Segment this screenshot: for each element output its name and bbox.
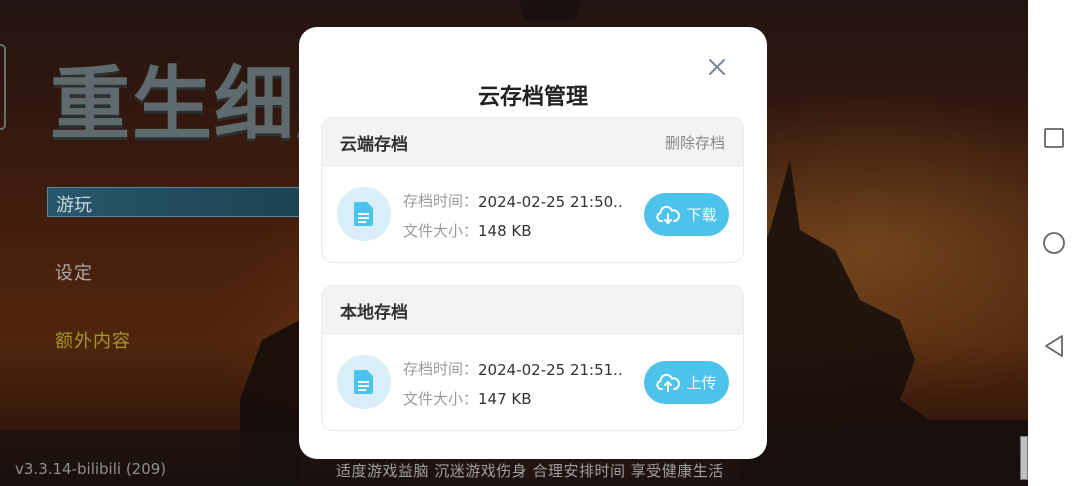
upload-button[interactable]: 上传 — [644, 361, 729, 404]
cloud-save-time: 存档时间：2024-02-25 21:50.. — [403, 192, 623, 211]
dialog-title: 云存档管理 — [477, 85, 588, 110]
delete-save-link[interactable]: 删除存档 — [665, 132, 725, 153]
cloud-save-card: 云端存档 删除存档 存档时间：2024-02-25 21:50.. 文件大小：1… — [321, 117, 744, 263]
version-label: v3.3.14-bilibili (209) — [15, 460, 167, 478]
cloud-save-body: 存档时间：2024-02-25 21:50.. 文件大小：148 KB 下载 — [322, 167, 743, 262]
cloud-save-dialog: 云存档管理 云端存档 删除存档 存档时间：2024-02-25 21:50.. — [299, 27, 767, 459]
local-save-body: 存档时间：2024-02-25 21:51.. 文件大小：147 KB 上传 — [322, 335, 743, 430]
triangle-back-icon — [1045, 335, 1063, 357]
recents-button[interactable] — [1042, 126, 1066, 150]
circle-icon — [1043, 232, 1065, 254]
local-save-card: 本地存档 存档时间：2024-02-25 21:51.. 文件大小：147 KB — [321, 285, 744, 431]
local-save-size: 文件大小：147 KB — [403, 390, 532, 408]
download-button[interactable]: 下载 — [644, 193, 729, 236]
local-save-title: 本地存档 — [340, 303, 408, 323]
file-icon — [337, 355, 391, 409]
upload-button-label: 上传 — [686, 374, 717, 392]
menu-item-play[interactable]: 游玩 — [47, 187, 307, 217]
cloud-save-size: 文件大小：148 KB — [403, 222, 532, 240]
square-icon — [1044, 128, 1064, 148]
menu-item-extra-content[interactable]: 额外内容 — [55, 327, 131, 353]
corner-widget — [1020, 436, 1028, 480]
system-navigation-bar — [1028, 0, 1080, 486]
cloud-upload-icon — [656, 373, 681, 392]
game-logo: 重生细胞 — [50, 58, 300, 151]
download-button-label: 下载 — [686, 206, 717, 224]
cloud-download-icon — [656, 205, 681, 224]
home-button[interactable] — [1042, 231, 1066, 255]
file-icon — [337, 187, 391, 241]
local-save-header: 本地存档 — [322, 286, 743, 335]
cloud-save-title: 云端存档 — [340, 135, 408, 155]
health-notice: 适度游戏益脑 沉迷游戏伤身 合理安排时间 享受健康生活 — [336, 462, 724, 480]
back-button[interactable] — [1042, 334, 1066, 358]
side-panel-edge — [0, 44, 6, 130]
close-icon — [709, 59, 725, 75]
local-save-time: 存档时间：2024-02-25 21:51.. — [403, 360, 623, 379]
cloud-save-header: 云端存档 删除存档 — [322, 118, 743, 167]
close-button[interactable] — [703, 53, 731, 81]
menu-item-settings[interactable]: 设定 — [55, 259, 93, 285]
